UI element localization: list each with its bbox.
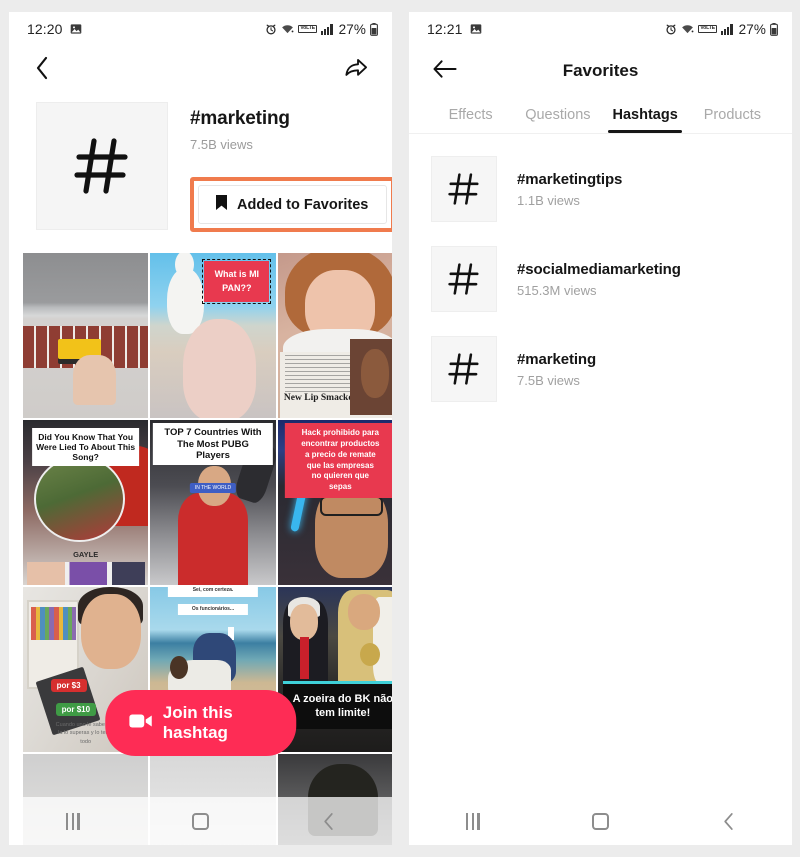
status-bar-left: 12:21 bbox=[427, 21, 482, 37]
hashtag-views: 515.3M views bbox=[517, 282, 597, 298]
image-icon bbox=[470, 23, 482, 35]
hashtag-icon bbox=[431, 246, 497, 312]
hashtag-views: 7.5B views bbox=[517, 372, 580, 388]
pubg-subtitle-badge: IN THE WORLD bbox=[189, 482, 237, 493]
back-button[interactable] bbox=[298, 801, 358, 841]
right-top-nav: Favorites bbox=[409, 46, 792, 96]
favorites-tabs: Effects Questions Hashtags Products bbox=[409, 96, 792, 134]
wifi-icon bbox=[681, 23, 694, 35]
video-thumbnail[interactable]: Hack prohibido para encontrar productos … bbox=[277, 420, 392, 585]
list-item-text: #marketingtips 1.1B views bbox=[517, 171, 622, 208]
list-item[interactable]: #socialmediamarketing 515.3M views bbox=[409, 234, 792, 324]
signal-icon bbox=[720, 23, 733, 35]
tab-products[interactable]: Products bbox=[689, 100, 776, 133]
video-camera-icon bbox=[128, 713, 152, 734]
list-item[interactable]: #marketingtips 1.1B views bbox=[409, 144, 792, 234]
video-caption: What is MI PAN?? bbox=[202, 259, 272, 305]
price-badge-low: por $3 bbox=[50, 679, 87, 693]
join-this-hashtag-button[interactable]: Join this hashtag bbox=[104, 690, 297, 756]
list-item-text: #marketing 7.5B views bbox=[517, 351, 596, 388]
image-icon bbox=[70, 23, 82, 35]
alarm-icon bbox=[665, 23, 677, 35]
video-caption: A zoeira do BK não tem limite! bbox=[282, 681, 392, 729]
back-button[interactable] bbox=[698, 801, 758, 841]
hashtag-icon bbox=[431, 336, 497, 402]
video-thumbnail[interactable]: Did You Know That You Were Lied To About… bbox=[23, 420, 149, 585]
video-caption: Did You Know That You Were Lied To About… bbox=[31, 428, 140, 467]
list-item-text: #socialmediamarketing 515.3M views bbox=[517, 261, 681, 298]
status-bar-left: 12:20 bbox=[27, 21, 82, 37]
hashtag-header: #marketing 7.5B views Added to Favorites bbox=[9, 94, 392, 232]
tab-questions[interactable]: Questions bbox=[514, 100, 601, 133]
video-thumbnail[interactable]: New Lip Smackers by bbox=[277, 253, 392, 418]
video-thumbnail[interactable]: What is MI PAN?? bbox=[150, 253, 276, 418]
hashtag-name: #marketingtips bbox=[517, 170, 623, 188]
recents-button[interactable] bbox=[443, 801, 503, 841]
battery-icon bbox=[370, 22, 378, 36]
battery-percent: 27% bbox=[338, 21, 366, 37]
hashtag-icon bbox=[69, 133, 135, 199]
page-title: Favorites bbox=[562, 61, 639, 80]
hashtag-icon bbox=[431, 156, 497, 222]
added-to-favorites-button[interactable]: Added to Favorites bbox=[198, 185, 388, 224]
left-system-nav bbox=[9, 797, 392, 845]
video-caption: TOP 7 Countries With The Most PUBG Playe… bbox=[152, 423, 274, 465]
list-item[interactable]: #marketing 7.5B views bbox=[409, 324, 792, 414]
volte-icon: VoLTE bbox=[298, 24, 317, 34]
battery-percent: 27% bbox=[738, 21, 766, 37]
right-phone-panel: 12:21 VoLTE 27% Favorites Effects Questi… bbox=[409, 12, 792, 845]
video-caption: Hack prohibido para encontrar productos … bbox=[285, 423, 392, 499]
right-status-bar: 12:21 VoLTE 27% bbox=[409, 12, 792, 46]
video-thumbnail[interactable] bbox=[23, 253, 149, 418]
volte-icon: VoLTE bbox=[698, 24, 717, 34]
status-bar-right: VoLTE 27% bbox=[265, 22, 378, 37]
left-phone-panel: 12:20 VoLTE 27% #marketing 7.5B views Ad… bbox=[9, 12, 392, 845]
hashtag-name: #marketing bbox=[517, 350, 597, 368]
status-time: 12:21 bbox=[427, 21, 463, 37]
hashtag-meta: #marketing 7.5B views Added to Favorites bbox=[190, 102, 392, 232]
alarm-icon bbox=[265, 23, 277, 35]
tab-hashtags[interactable]: Hashtags bbox=[602, 100, 689, 133]
hashtag-name: #socialmediamarketing bbox=[517, 260, 681, 278]
home-button[interactable] bbox=[570, 801, 630, 841]
signal-icon bbox=[320, 23, 333, 35]
hashtag-thumbnail bbox=[36, 102, 168, 230]
price-badge-high: por $10 bbox=[55, 702, 97, 716]
hashtag-views: 1.1B views bbox=[517, 192, 580, 208]
left-status-bar: 12:20 VoLTE 27% bbox=[9, 12, 392, 46]
share-arrow-icon[interactable] bbox=[344, 57, 368, 84]
video-thumbnail[interactable]: TOP 7 Countries With The Most PUBG Playe… bbox=[150, 420, 276, 585]
join-this-hashtag-label: Join this hashtag bbox=[162, 703, 233, 742]
hashtag-list: #marketingtips 1.1B views #socialmediama… bbox=[409, 134, 792, 414]
right-system-nav bbox=[409, 797, 792, 845]
hashtag-views: 7.5B views bbox=[190, 137, 253, 152]
favorite-highlight-box: Added to Favorites bbox=[190, 177, 392, 232]
video-grid: What is MI PAN?? New Lip Smackers by Did… bbox=[23, 253, 392, 845]
added-to-favorites-label: Added to Favorites bbox=[237, 196, 369, 213]
battery-icon bbox=[770, 22, 778, 36]
status-time: 12:20 bbox=[27, 21, 63, 37]
screenshot-canvas: 12:20 VoLTE 27% #marketing 7.5B views Ad… bbox=[0, 0, 800, 857]
arrow-left-icon[interactable] bbox=[433, 59, 458, 84]
hashtag-title: #marketing bbox=[190, 108, 290, 129]
back-chevron-icon[interactable] bbox=[35, 56, 49, 85]
recents-button[interactable] bbox=[43, 801, 103, 841]
home-button[interactable] bbox=[170, 801, 230, 841]
wifi-icon bbox=[281, 23, 294, 35]
left-top-nav bbox=[9, 46, 392, 94]
tab-effects[interactable]: Effects bbox=[427, 100, 514, 133]
bookmark-filled-icon bbox=[215, 194, 228, 215]
status-bar-right: VoLTE 27% bbox=[665, 22, 778, 37]
